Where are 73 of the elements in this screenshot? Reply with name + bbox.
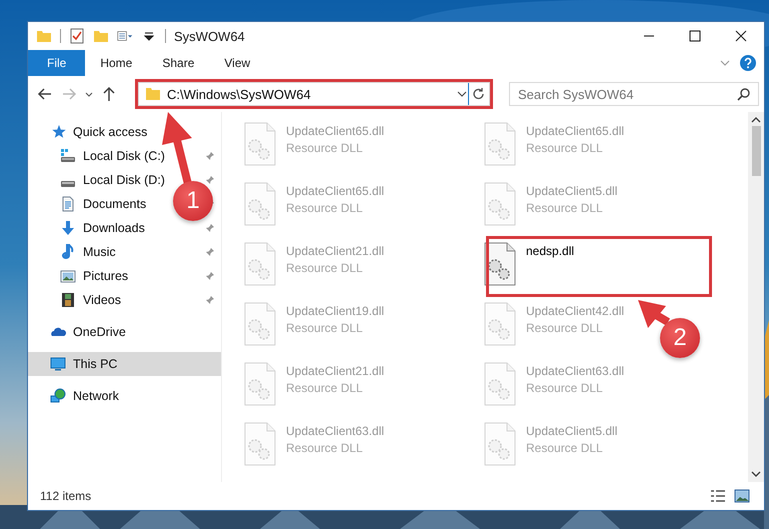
nav-item[interactable]: Quick access <box>73 125 148 139</box>
dll-file-icon <box>242 362 278 406</box>
chevron-icon[interactable] <box>720 59 730 67</box>
file-type: Resource DLL <box>526 441 604 455</box>
folder-icon <box>145 86 161 102</box>
arrow <box>638 300 670 328</box>
pin-icon[interactable] <box>205 247 215 257</box>
search-icon[interactable] <box>737 87 751 101</box>
file-type: Resource DLL <box>286 381 364 395</box>
music-note-icon <box>60 244 76 260</box>
dll-file-icon <box>482 362 518 406</box>
dll-file-icon <box>482 302 518 346</box>
nav-item[interactable]: Videos <box>83 293 121 307</box>
drive-icon <box>60 148 76 164</box>
scroll-thumb[interactable] <box>752 126 760 176</box>
pin-icon[interactable] <box>205 175 215 185</box>
nav-item[interactable]: Network <box>73 389 119 403</box>
dll-file-icon <box>242 182 278 226</box>
file-type: Resource DLL <box>286 441 364 455</box>
file-name[interactable]: nedsp.dll <box>526 242 574 258</box>
file-menu-button[interactable]: File <box>28 50 86 76</box>
ribbon-tab[interactable]: Share <box>147 50 210 76</box>
nav-item[interactable]: Local Disk (C:) <box>83 149 165 163</box>
help-icon[interactable] <box>740 55 756 71</box>
file-type: Resource DLL <box>286 321 364 335</box>
file-type: Resource DLL <box>526 381 604 395</box>
file-type: Resource DLL <box>286 261 364 275</box>
item-count: 112 items <box>40 489 92 503</box>
drive-icon <box>60 181 76 187</box>
pin-icon[interactable] <box>205 151 215 161</box>
dll-file-icon <box>242 122 278 166</box>
monitor-icon <box>50 356 66 372</box>
scroll-up-icon[interactable] <box>751 116 761 124</box>
dll-file-icon <box>482 182 518 226</box>
nav-item[interactable]: Downloads <box>83 221 145 235</box>
nav-item[interactable]: Music <box>83 245 116 259</box>
ribbon-tab[interactable]: View <box>209 50 266 76</box>
pin-icon[interactable] <box>205 223 215 233</box>
maximize-icon[interactable] <box>689 30 701 42</box>
details-view-icon[interactable] <box>710 489 726 503</box>
checklist-icon[interactable] <box>69 28 85 44</box>
scroll-down-icon[interactable] <box>751 470 761 478</box>
document-icon <box>60 196 76 212</box>
dll-file-icon <box>482 122 518 166</box>
address-field[interactable]: C:\Windows\SysWOW64 <box>138 82 490 106</box>
nav-item[interactable]: Local Disk (D:) <box>83 173 165 187</box>
dll-file-icon <box>482 242 518 286</box>
window-title: SysWOW64 <box>174 28 245 44</box>
scrollbar[interactable] <box>748 112 764 482</box>
file-type: Resource DLL <box>286 201 364 215</box>
file-type: Resource DLL <box>526 321 604 335</box>
star-icon <box>50 124 66 140</box>
search-field[interactable]: Search SysWOW64 <box>509 82 759 106</box>
nav-item[interactable]: This PC <box>28 352 221 376</box>
file-type: Resource DLL <box>286 141 364 155</box>
pin-icon[interactable] <box>205 271 215 281</box>
close-icon[interactable] <box>735 30 747 42</box>
nav-item[interactable]: Pictures <box>83 269 128 283</box>
film-icon <box>60 292 76 308</box>
dll-file-icon <box>482 422 518 466</box>
dll-file-icon <box>242 302 278 346</box>
dll-file-icon <box>242 242 278 286</box>
pin-icon[interactable] <box>205 295 215 305</box>
file-type: Resource DLL <box>526 201 604 215</box>
picture-icon <box>60 268 76 284</box>
file-type: Resource DLL <box>526 141 604 155</box>
large-icons-view-icon[interactable] <box>734 489 750 503</box>
nav-item[interactable]: Documents <box>83 197 146 211</box>
network-icon <box>50 388 66 404</box>
nav-item[interactable]: OneDrive <box>73 325 126 339</box>
ribbon-tab[interactable]: Home <box>85 50 148 76</box>
dll-file-icon <box>242 422 278 466</box>
download-icon <box>60 220 76 236</box>
